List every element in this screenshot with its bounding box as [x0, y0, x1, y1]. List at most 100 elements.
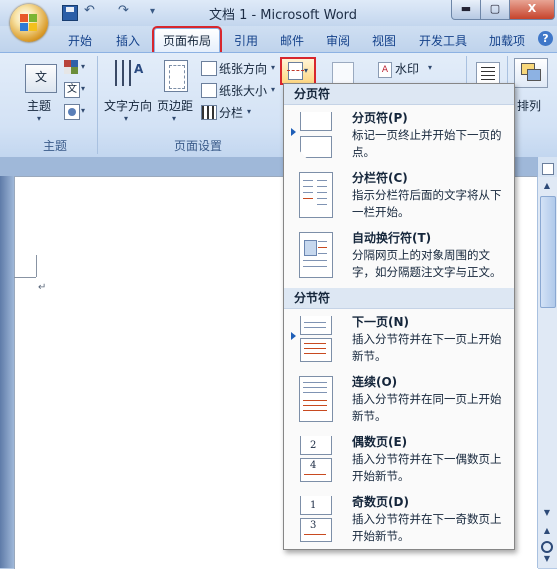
themes-icon[interactable]: 文	[25, 64, 57, 93]
paragraph-mark-icon: ↵	[38, 282, 47, 293]
odd-page-section-icon: 1 3	[296, 496, 332, 542]
tab-page-layout[interactable]: 页面布局	[152, 26, 222, 55]
office-button[interactable]	[10, 4, 48, 42]
margin-corner-mark	[36, 255, 37, 277]
orientation-chevron-icon: ▾	[271, 63, 276, 72]
page-breaks-header: 分页符	[284, 84, 514, 105]
menu-item-title: 分栏符(C)	[352, 171, 408, 185]
theme-effects-chevron-icon: ▾	[81, 106, 86, 115]
tab-mailings[interactable]: 邮件	[272, 31, 312, 51]
breaks-chevron-icon: ▾	[304, 66, 309, 75]
breaks-button[interactable]: ▾	[280, 57, 316, 85]
even-page-section-icon: 2 4	[296, 436, 332, 482]
page-setup-group-label: 页面设置	[173, 139, 222, 153]
text-direction-icon[interactable]: A	[113, 60, 143, 90]
group-separator	[97, 56, 98, 154]
margins-icon[interactable]	[164, 60, 188, 92]
close-button[interactable]: X	[509, 0, 555, 20]
orientation-icon[interactable]	[201, 61, 217, 76]
arrange-button-label[interactable]: 排列	[517, 97, 541, 114]
page-number-label: 3	[310, 520, 317, 531]
columns-chevron-icon: ▾	[247, 107, 252, 116]
view-ruler-icon[interactable]	[542, 163, 554, 175]
menu-item-next-page[interactable]: 下一页(N) 插入分节符并在下一页上开始新节。	[284, 310, 514, 368]
select-browse-object-icon[interactable]	[541, 541, 553, 553]
theme-colors-chevron-icon: ▾	[81, 62, 86, 71]
theme-colors-icon[interactable]	[64, 60, 78, 74]
maximize-button[interactable]: ▢	[480, 0, 510, 20]
tab-references[interactable]: 引用	[226, 31, 266, 51]
menu-item-title: 连续(O)	[352, 375, 398, 389]
next-page-section-icon	[296, 316, 332, 362]
themes-icon-text: 文	[34, 70, 47, 84]
menu-item-title: 偶数页(E)	[352, 435, 408, 449]
previous-page-icon[interactable]: ▲	[540, 526, 554, 538]
menu-item-text-wrapping[interactable]: 自动换行符(T) 分隔网页上的对象周围的文字，如分隔题注文字与正文。	[284, 226, 514, 284]
tab-add-ins[interactable]: 加载项	[482, 31, 532, 51]
tab-view[interactable]: 视图	[364, 31, 404, 51]
menu-item-page-break[interactable]: 分页符(P) 标记一页终止并开始下一页的点。	[284, 106, 514, 164]
customize-qat-icon[interactable]: ▾	[150, 6, 155, 17]
column-break-icon	[296, 172, 333, 218]
page-break-icon	[296, 112, 332, 158]
watermark-chevron-icon: ▾	[428, 63, 433, 72]
theme-fonts-icon[interactable]: 文	[64, 82, 80, 98]
themes-chevron-icon: ▾	[37, 114, 42, 123]
themes-group-label: 主题	[42, 139, 67, 153]
margin-corner-mark	[14, 277, 36, 278]
text-wrapping-icon	[296, 232, 333, 278]
tab-review[interactable]: 审阅	[318, 31, 358, 51]
menu-item-even-page[interactable]: 2 4 偶数页(E) 插入分节符并在下一偶数页上开始新节。	[284, 430, 514, 488]
arrange-icon[interactable]	[514, 58, 548, 88]
breaks-icon	[287, 62, 304, 80]
continuous-section-icon	[296, 376, 333, 422]
minimize-button[interactable]: ▬	[451, 0, 481, 20]
menu-item-description: 插入分节符并在下一奇数页上开始新节。	[352, 512, 502, 543]
page-number-label: 4	[310, 460, 317, 471]
save-icon[interactable]	[62, 5, 78, 21]
window-title: 文档 1 - Microsoft Word	[208, 8, 358, 23]
menu-item-title: 奇数页(D)	[352, 495, 409, 509]
section-breaks-header: 分节符	[284, 288, 514, 309]
undo-icon[interactable]: ↶	[84, 3, 95, 18]
menu-item-column-break[interactable]: 分栏符(C) 指示分栏符后面的文字将从下一栏开始。	[284, 166, 514, 224]
menu-item-description: 分隔网页上的对象周围的文字，如分隔题注文字与正文。	[352, 248, 502, 279]
theme-effects-icon[interactable]	[64, 104, 80, 120]
menu-item-description: 插入分节符并在下一偶数页上开始新节。	[352, 452, 502, 483]
watermark-button-label[interactable]: 水印	[395, 60, 419, 77]
tab-developer[interactable]: 开发工具	[412, 31, 474, 51]
tab-insert[interactable]: 插入	[108, 31, 148, 51]
orientation-button-label[interactable]: 纸张方向	[219, 60, 267, 77]
redo-icon[interactable]: ↷	[118, 3, 129, 18]
help-icon[interactable]: ?	[538, 31, 553, 46]
tab-home[interactable]: 开始	[60, 31, 100, 51]
menu-item-odd-page[interactable]: 1 3 奇数页(D) 插入分节符并在下一奇数页上开始新节。	[284, 490, 514, 548]
menu-item-description: 插入分节符并在同一页上开始新节。	[352, 392, 502, 423]
menu-item-title: 分页符(P)	[352, 111, 408, 125]
scroll-down-icon[interactable]: ▼	[540, 508, 554, 520]
scroll-thumb[interactable]	[540, 196, 556, 308]
window-left-edge	[0, 176, 14, 568]
page-number-label: 1	[310, 500, 317, 511]
watermark-icon[interactable]: A	[378, 62, 392, 78]
columns-icon[interactable]	[201, 105, 217, 120]
text-direction-chevron-icon: ▾	[124, 114, 129, 123]
themes-button-label[interactable]: 主题	[27, 97, 51, 114]
columns-button-label[interactable]: 分栏	[219, 104, 243, 121]
menu-item-description: 插入分节符并在下一页上开始新节。	[352, 332, 502, 363]
paper-size-icon[interactable]	[201, 83, 217, 98]
menu-item-description: 指示分栏符后面的文字将从下一栏开始。	[352, 188, 502, 219]
page-number-label: 2	[310, 440, 317, 451]
margins-chevron-icon: ▾	[172, 114, 177, 123]
office-logo-icon	[20, 14, 38, 32]
paper-size-button-label[interactable]: 纸张大小	[219, 82, 267, 99]
scroll-up-icon[interactable]: ▲	[540, 181, 554, 193]
next-page-icon[interactable]: ▼	[540, 554, 554, 566]
menu-item-continuous[interactable]: 连续(O) 插入分节符并在同一页上开始新节。	[284, 370, 514, 428]
menu-item-description: 标记一页终止并开始下一页的点。	[352, 128, 502, 159]
paper-size-chevron-icon: ▾	[271, 85, 276, 94]
text-direction-button-label[interactable]: 文字方向	[104, 97, 152, 114]
margins-button-label[interactable]: 页边距	[157, 97, 193, 114]
menu-item-title: 下一页(N)	[352, 315, 410, 329]
breaks-menu: 分页符 分页符(P) 标记一页终止并开始下一页的点。 分栏符(C) 指示分栏符后…	[283, 83, 515, 550]
